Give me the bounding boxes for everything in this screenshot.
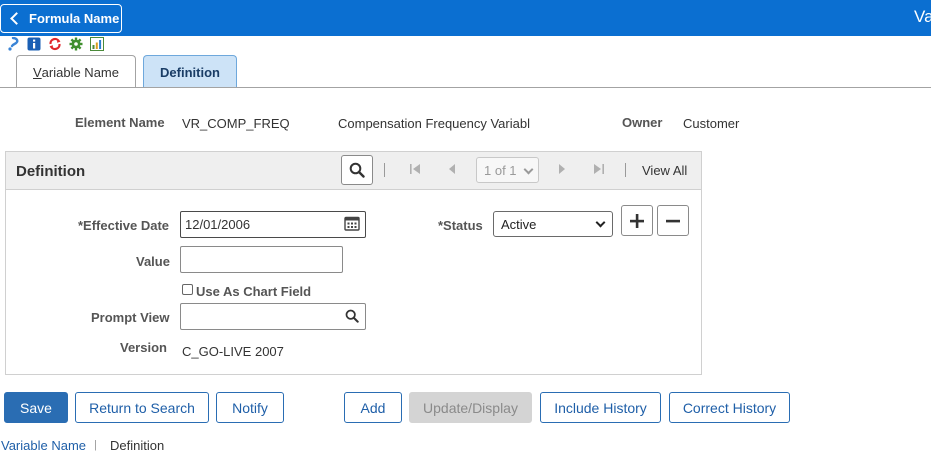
minus-icon [666, 219, 680, 222]
version-label: Version [120, 340, 167, 355]
status-label: *Status [438, 218, 483, 233]
version-value: C_GO-LIVE 2007 [182, 344, 284, 359]
owner-value: Customer [683, 116, 740, 131]
back-button-label: Formula Name [29, 11, 120, 26]
delete-row-button[interactable] [657, 205, 689, 236]
definition-panel-header: Definition 1 of 1 View All [6, 152, 701, 190]
use-as-chart-field-label: Use As Chart Field [196, 284, 312, 299]
find-button[interactable] [341, 155, 373, 185]
status-value: Active [501, 216, 537, 232]
tab-variable-name[interactable]: Variable Name [16, 55, 136, 88]
owner-label: Owner [622, 115, 663, 130]
correct-history-button[interactable]: Correct History [669, 392, 790, 423]
footer-separator: | [94, 439, 97, 451]
footer-current-page: Definition [110, 438, 165, 451]
plus-icon [630, 213, 644, 228]
tab-variable-name-access-key: V [33, 64, 42, 80]
definition-panel: Definition 1 of 1 View All [5, 151, 702, 375]
header-separator [384, 163, 385, 177]
update-display-button: Update/Display [409, 392, 532, 423]
effective-date-value: 12/01/2006 [185, 217, 251, 232]
chart-icon[interactable] [90, 37, 104, 51]
add-button[interactable]: Add [344, 392, 402, 423]
search-icon [349, 162, 365, 178]
header-separator [625, 163, 626, 177]
element-name-value: VR_COMP_FREQ [182, 116, 290, 131]
add-row-button[interactable] [621, 205, 653, 236]
row-pager-select[interactable]: 1 of 1 [476, 157, 539, 183]
footer-link-variable-name[interactable]: Variable Name [1, 438, 86, 451]
info-icon[interactable] [27, 37, 41, 51]
chevron-down-icon [595, 217, 606, 228]
view-all-link[interactable]: View All [642, 163, 687, 178]
notify-button[interactable]: Notify [216, 392, 284, 423]
prompt-view-input[interactable] [180, 303, 366, 330]
chevron-down-icon [523, 164, 534, 175]
page-title: Va [914, 7, 931, 26]
next-row-icon[interactable] [557, 163, 567, 178]
calendar-icon[interactable] [343, 214, 361, 232]
tab-definition[interactable]: Definition [143, 55, 237, 88]
effective-date-label: *Effective Date [78, 218, 170, 233]
include-history-button[interactable]: Include History [540, 392, 661, 423]
definition-panel-title: Definition [16, 163, 86, 180]
value-label: Value [136, 254, 170, 269]
status-select[interactable]: Active [493, 211, 613, 237]
return-to-search-button[interactable]: Return to Search [75, 392, 209, 423]
refresh-icon[interactable] [48, 37, 62, 51]
lookup-search-icon[interactable] [343, 307, 361, 325]
toolbar-icons [6, 37, 104, 51]
tab-variable-name-label: ariable Name [41, 64, 119, 80]
chevron-left-icon [10, 12, 23, 25]
value-input[interactable] [180, 246, 343, 273]
top-header-bar: Formula Name Va [0, 0, 931, 36]
previous-row-icon[interactable] [447, 163, 457, 178]
first-row-icon[interactable] [409, 163, 421, 178]
effective-date-input[interactable]: 12/01/2006 [180, 211, 366, 238]
row-pager-value: 1 of 1 [484, 162, 517, 178]
last-row-icon[interactable] [593, 163, 605, 178]
settings-icon[interactable] [69, 37, 83, 51]
tab-divider [0, 87, 931, 88]
element-name-label: Element Name [75, 115, 165, 130]
use-as-chart-field-checkbox[interactable] [182, 284, 193, 295]
help-icon[interactable] [6, 37, 20, 51]
back-to-formula-name-button[interactable]: Formula Name [0, 4, 122, 33]
save-button[interactable]: Save [4, 392, 68, 423]
prompt-view-label: Prompt View [91, 310, 170, 325]
element-description: Compensation Frequency Variabl [338, 116, 530, 131]
